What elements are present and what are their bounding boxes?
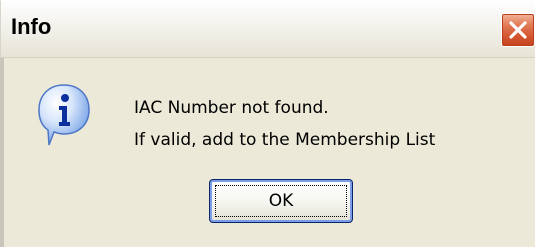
close-button[interactable] xyxy=(501,13,535,47)
message-line-1: IAC Number not found. xyxy=(134,98,329,118)
message-text: IAC Number not found. If valid, add to t… xyxy=(134,92,435,156)
dialog-content: IAC Number not found. If valid, add to t… xyxy=(0,58,535,247)
message-line-2: If valid, add to the Membership List xyxy=(134,130,436,150)
close-icon xyxy=(509,21,527,39)
title-bar[interactable]: Info xyxy=(0,0,535,58)
info-dialog: Info IAC Number not found. If valid, add… xyxy=(0,0,535,247)
info-icon xyxy=(38,84,90,146)
ok-button-label: OK xyxy=(268,191,294,211)
dialog-title: Info xyxy=(11,14,52,39)
ok-button[interactable]: OK xyxy=(209,179,353,223)
